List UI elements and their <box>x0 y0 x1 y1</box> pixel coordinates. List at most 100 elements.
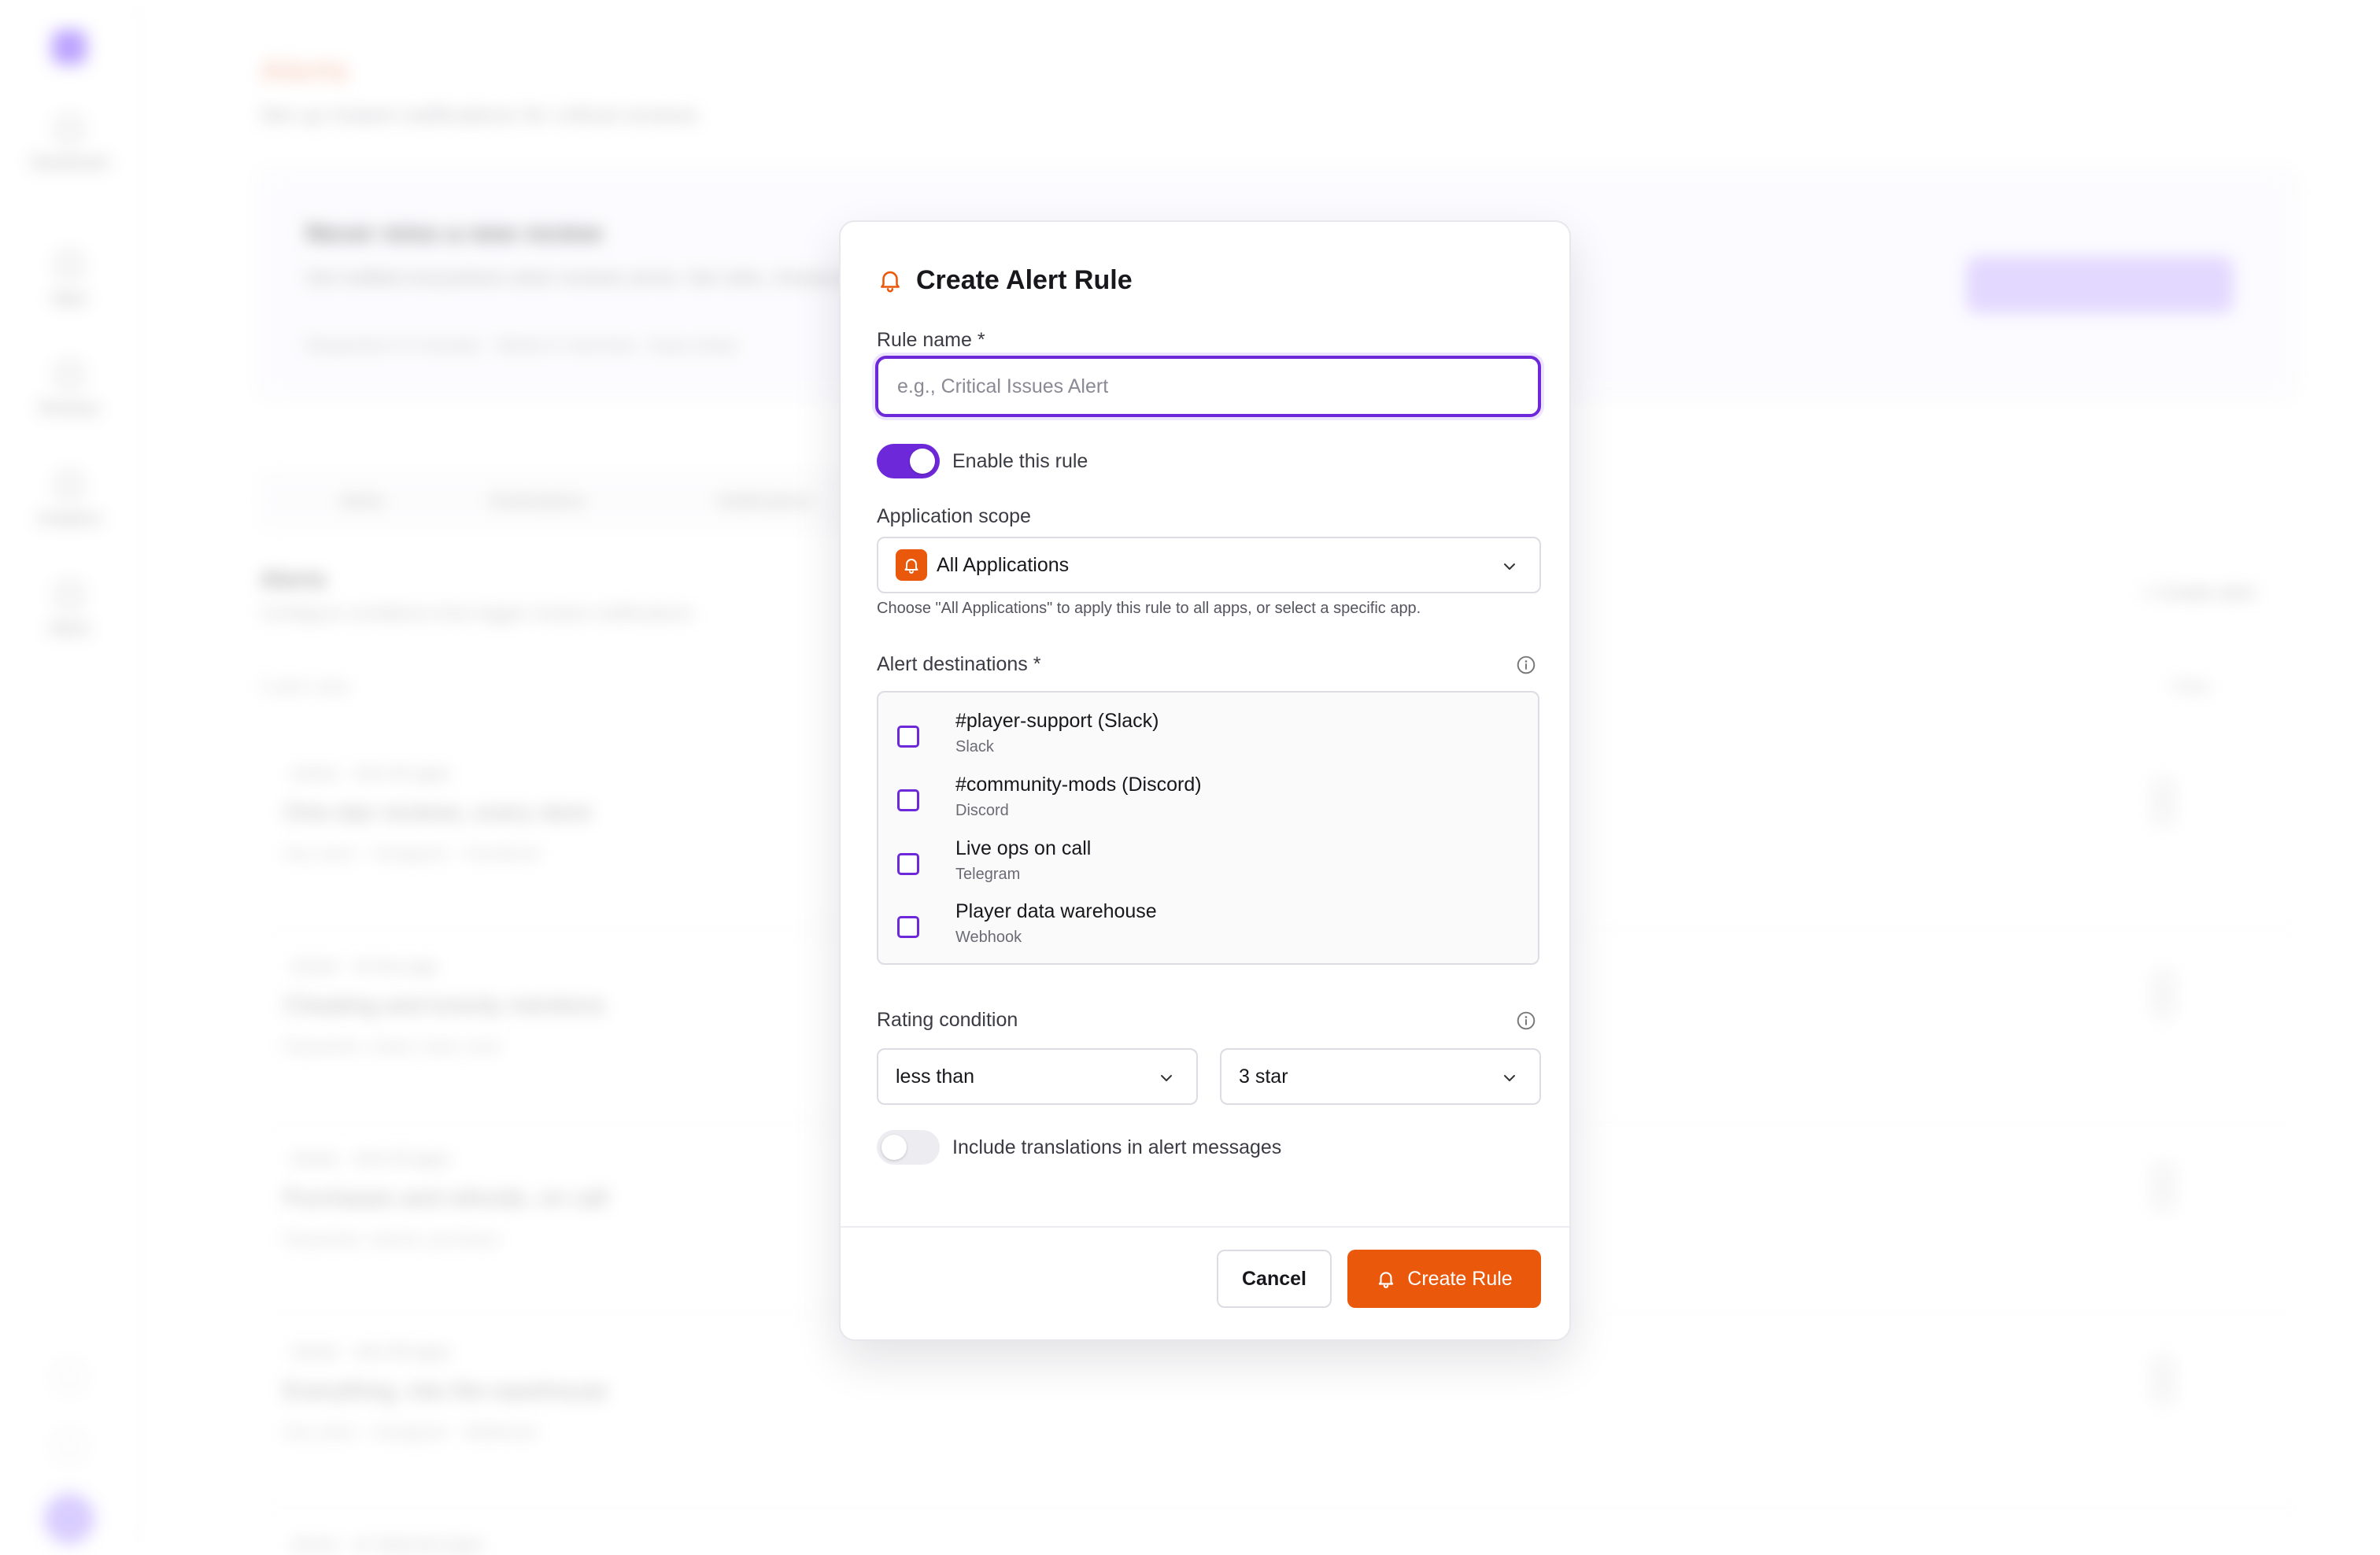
create-alert-button[interactable]: + Create alert <box>2141 582 2256 604</box>
destination-name: #community-mods (Discord) <box>955 774 1202 796</box>
section-subtitle: Configure conditions that trigger instan… <box>260 603 693 624</box>
create-rule-label: Create Rule <box>1407 1267 1513 1290</box>
table-row[interactable]: Active · ★ Selected apps <box>260 1527 2306 1554</box>
delete-icon[interactable] <box>2153 803 2174 824</box>
section-title: Alerts <box>260 567 327 593</box>
sidebar-item-alerts[interactable]: Alerts <box>16 584 123 638</box>
sidebar-item-apps[interactable]: Apps <box>16 253 123 308</box>
enable-rule-toggle[interactable] <box>877 444 940 478</box>
settings-icon[interactable] <box>55 1432 83 1461</box>
edit-icon[interactable] <box>2153 1165 2174 1185</box>
promo-button[interactable] <box>1966 257 2234 313</box>
destination-name: Player data warehouse <box>955 900 1157 922</box>
tabs: Alerts Destinations Notifications <box>260 472 861 529</box>
sidebar: Dashboard Apps Reviews Analytics Alerts <box>0 0 140 1546</box>
app-logo <box>52 30 87 65</box>
rating-value: 3 star <box>1239 1065 1288 1088</box>
bell-icon <box>1379 1272 1394 1288</box>
filter-dropdown[interactable]: Filter <box>2172 677 2211 697</box>
edit-icon[interactable] <box>2153 1357 2174 1378</box>
destination-checkbox[interactable] <box>897 853 919 875</box>
row-title: One-star reviews, every store <box>283 800 592 826</box>
destination-type: Slack <box>955 738 994 755</box>
info-icon[interactable] <box>1516 1010 1536 1031</box>
translations-toggle[interactable] <box>877 1130 940 1165</box>
reviews-icon <box>57 364 81 387</box>
destinations-list: #player-support (Slack) Slack #community… <box>877 691 1539 965</box>
info-icon[interactable] <box>1516 655 1536 675</box>
application-scope-hint: Choose "All Applications" to apply this … <box>877 600 1421 617</box>
cancel-button[interactable]: Cancel <box>1217 1250 1332 1308</box>
app-bell-badge-icon <box>896 549 927 581</box>
destination-name: #player-support (Slack) <box>955 710 1159 732</box>
destination-type: Discord <box>955 802 1009 819</box>
bell-icon <box>881 271 900 293</box>
toggle-knob <box>910 449 935 474</box>
sidebar-item-dashboard[interactable]: Dashboard <box>16 118 123 172</box>
destination-checkbox[interactable] <box>897 726 919 748</box>
row-title: Purchases and refunds, on call <box>283 1185 608 1211</box>
dashboard-icon <box>57 118 81 142</box>
chevron-down-icon <box>1161 1075 1172 1081</box>
tab-notifications[interactable]: Notifications <box>718 491 812 512</box>
row-tags: Any store · Instagram · Webhook <box>283 1422 538 1442</box>
sidebar-item-label: Reviews <box>39 400 99 417</box>
rating-value-select[interactable]: 3 star <box>1220 1048 1541 1105</box>
destination-checkbox[interactable] <box>897 916 919 938</box>
bell-icon <box>57 584 81 608</box>
delete-icon[interactable] <box>2153 996 2174 1017</box>
dialog-title: Create Alert Rule <box>916 264 1133 295</box>
create-rule-button[interactable]: Create Rule <box>1347 1250 1541 1308</box>
delete-icon[interactable] <box>2153 1189 2174 1210</box>
row-title: Everything, into the warehouse <box>283 1378 608 1404</box>
destination-type: Telegram <box>955 866 1021 883</box>
tab-destinations[interactable]: Destinations <box>490 491 585 512</box>
sidebar-item-analytics[interactable]: Analytics <box>16 474 123 528</box>
destination-name: Live ops on call <box>955 837 1092 859</box>
bell-icon <box>904 559 918 574</box>
edit-icon[interactable] <box>2153 972 2174 992</box>
row-meta: Active · ★★ All apps <box>291 763 451 783</box>
application-scope-select[interactable]: All Applications <box>877 537 1541 593</box>
alert-destinations-label: Alert destinations * <box>877 653 1041 675</box>
rule-name-input[interactable] <box>875 356 1541 417</box>
application-scope-label: Application scope <box>877 505 1031 527</box>
sidebar-item-label: Analytics <box>37 510 102 527</box>
destination-type: Webhook <box>955 929 1022 946</box>
row-actions <box>2109 1357 2204 1402</box>
apps-icon <box>57 253 81 277</box>
rule-name-label: Rule name * <box>877 329 985 351</box>
rating-condition-label: Rating condition <box>877 1009 1018 1031</box>
promo-meta: Responds in 5 minutes · Works in real ti… <box>305 335 737 355</box>
edit-icon[interactable] <box>2153 779 2174 800</box>
row-meta: Active · ★ Selected apps <box>291 1535 484 1554</box>
chevron-down-icon <box>1504 1075 1515 1081</box>
row-title: Cheating and toxicity mentions <box>283 992 605 1018</box>
tab-alerts[interactable]: Alerts <box>340 491 384 512</box>
toggle-knob <box>881 1135 907 1160</box>
rating-operator-select[interactable]: less than <box>877 1048 1198 1105</box>
rating-operator-value: less than <box>896 1065 975 1088</box>
page-subtitle: Set up instant notifications for critica… <box>260 102 699 127</box>
row-meta: Active · ★ Any app <box>291 956 437 976</box>
avatar[interactable] <box>44 1494 94 1544</box>
sidebar-item-reviews[interactable]: Reviews <box>16 364 123 418</box>
table-row[interactable]: Active · ★★ All apps Everything, into th… <box>260 1334 2306 1509</box>
row-actions <box>2109 779 2204 824</box>
footer-divider <box>841 1226 1569 1228</box>
help-icon[interactable] <box>55 1363 83 1391</box>
destination-checkbox[interactable] <box>897 789 919 811</box>
enable-rule-label: Enable this rule <box>952 450 1088 472</box>
translations-label: Include translations in alert messages <box>952 1136 1282 1158</box>
sidebar-item-label: Dashboard <box>31 154 108 172</box>
row-tags: Any store · Instagram · Facebook <box>283 844 541 863</box>
row-tags: Keywords: refund, purchase <box>283 1229 499 1249</box>
sidebar-item-label: Apps <box>51 290 87 307</box>
page-title: Alerts <box>260 54 349 88</box>
delete-icon[interactable] <box>2153 1382 2174 1402</box>
application-scope-value: All Applications <box>937 553 1070 576</box>
row-meta: Active · ★★ All apps <box>291 1149 451 1169</box>
chevron-down-icon <box>1504 563 1515 570</box>
row-meta: Active · ★★ All apps <box>291 1342 451 1361</box>
create-alert-rule-dialog: Create Alert Rule Rule name * Enable thi… <box>839 220 1571 1341</box>
